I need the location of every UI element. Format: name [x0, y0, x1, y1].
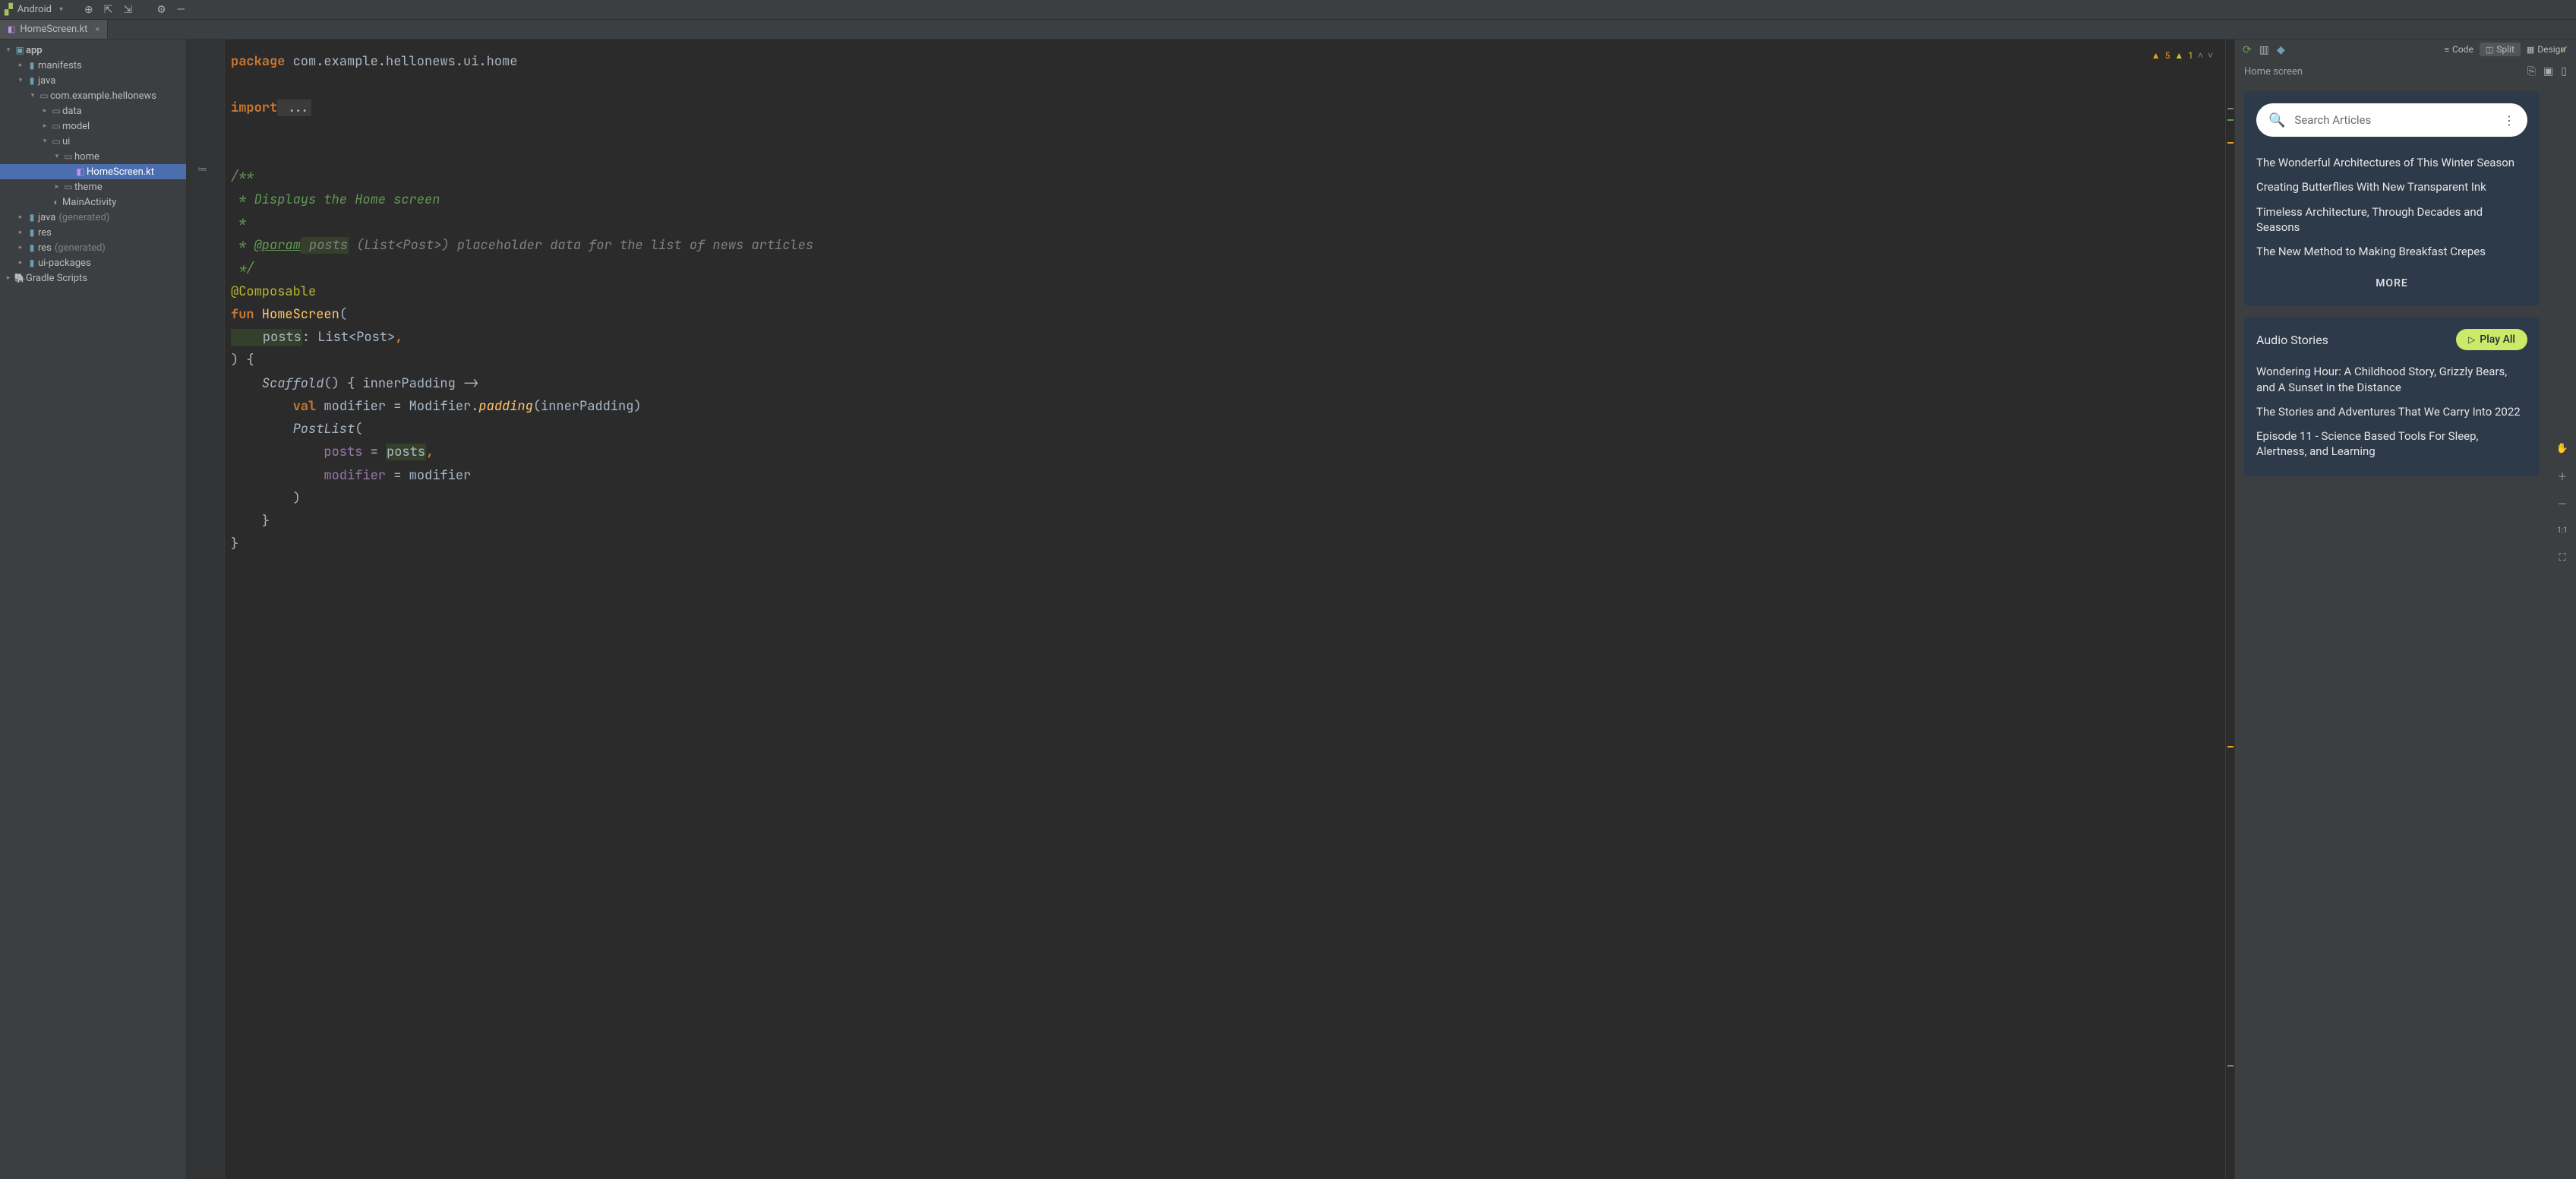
- tree-node-package[interactable]: ▾▭com.example.hellonews: [0, 88, 186, 103]
- tree-node-ui[interactable]: ▾▭ui: [0, 134, 186, 149]
- inspection-summary[interactable]: ▲5 ▲1 ˄ ˅: [2151, 50, 2213, 61]
- source-code[interactable]: package com.example.hellonews.ui.home im…: [231, 50, 2225, 556]
- fit-screen-button[interactable]: ⛶: [2553, 548, 2571, 567]
- refresh-icon[interactable]: ⟳: [2243, 44, 2252, 56]
- expand-all-icon[interactable]: ⇱: [101, 4, 116, 16]
- device-icon[interactable]: ▯: [2561, 65, 2567, 77]
- gear-icon[interactable]: ⚙: [153, 4, 169, 16]
- tree-node-java[interactable]: ▾▮java: [0, 73, 186, 88]
- menu-dots-icon[interactable]: ⋮: [2503, 113, 2515, 128]
- tree-node-app[interactable]: ▾▣app: [0, 43, 186, 58]
- tree-node-manifests[interactable]: ▸▮manifests: [0, 58, 186, 73]
- target-icon[interactable]: ⊕: [81, 4, 96, 16]
- gutter: ≔: [187, 40, 225, 1179]
- collapse-all-icon[interactable]: ⇲: [120, 4, 135, 16]
- weak-warning-icon: ▲: [2174, 50, 2183, 61]
- design-surface[interactable]: 🔍 Search Articles ⋮ The Wonderful Archit…: [2235, 82, 2576, 1179]
- preview-device: 🔍 Search Articles ⋮ The Wonderful Archit…: [2244, 91, 2540, 306]
- article-item[interactable]: Creating Butterflies With New Transparen…: [2256, 175, 2527, 199]
- project-sidebar: ▾▣app ▸▮manifests ▾▮java ▾▭com.example.h…: [0, 40, 187, 1179]
- chevron-down-icon[interactable]: ˅: [2208, 50, 2213, 61]
- close-icon[interactable]: ×: [95, 24, 99, 34]
- tree-node-java-gen[interactable]: ▸▮java(generated): [0, 210, 186, 225]
- interactive-icon[interactable]: ▣: [2543, 65, 2553, 77]
- preview-pane: ⟳ ▥ ◆ ✔ Home screen ⎘ ▣ ▯: [2234, 40, 2576, 1179]
- zoom-in-button[interactable]: ＋: [2553, 466, 2571, 485]
- tree-node-model[interactable]: ▸▭model: [0, 119, 186, 134]
- search-bar[interactable]: 🔍 Search Articles ⋮: [2256, 103, 2527, 137]
- audio-section-title: Audio Stories: [2256, 333, 2328, 347]
- more-button[interactable]: MORE: [2256, 264, 2527, 294]
- tree-node-res-gen[interactable]: ▸▮res(generated): [0, 240, 186, 255]
- minimize-icon[interactable]: —: [174, 4, 188, 16]
- tree-node-homescreen[interactable]: ◧HomeScreen.kt: [0, 164, 186, 179]
- search-icon: 🔍: [2268, 112, 2285, 128]
- view-mode-code[interactable]: ≡Code: [2439, 43, 2480, 56]
- chevron-up-icon[interactable]: ˄: [2198, 50, 2203, 61]
- preview-header: Home screen ⎘ ▣ ▯: [2235, 61, 2576, 82]
- tab-homescreen[interactable]: ◧ HomeScreen.kt ×: [0, 20, 108, 39]
- split-view-icon: ◫: [2486, 45, 2493, 55]
- audio-story-item[interactable]: The Stories and Adventures That We Carry…: [2256, 400, 2527, 424]
- error-stripe[interactable]: [2225, 40, 2234, 1179]
- view-mode-switch: ≡Code ◫Split ▦Design: [2439, 43, 2571, 56]
- search-placeholder: Search Articles: [2294, 113, 2494, 127]
- preview-title: Home screen: [2244, 66, 2303, 77]
- zoom-out-button[interactable]: －: [2553, 494, 2571, 512]
- project-tree: ▾▣app ▸▮manifests ▾▮java ▾▭com.example.h…: [0, 40, 186, 289]
- tab-filename: HomeScreen.kt: [20, 24, 87, 35]
- project-selector-bar: ▞ Android ▾ ⊕ ⇱ ⇲ ⚙ —: [0, 0, 2576, 20]
- tree-node-res[interactable]: ▸▮res: [0, 225, 186, 240]
- project-mode-label[interactable]: Android: [17, 4, 52, 15]
- android-icon: ▞: [5, 4, 13, 16]
- tree-node-mainactivity[interactable]: ◐MainActivity: [0, 194, 186, 210]
- surface-floating-tools: ✋ ＋ － 1:1 ⛶: [2553, 439, 2571, 567]
- layers-icon[interactable]: ◆: [2277, 44, 2285, 56]
- chevron-down-icon[interactable]: ▾: [59, 5, 63, 14]
- structure-icon[interactable]: ≔: [197, 164, 207, 175]
- tree-node-home[interactable]: ▾▭home: [0, 149, 186, 164]
- view-mode-split[interactable]: ◫Split: [2480, 43, 2521, 56]
- warning-icon: ▲: [2151, 50, 2161, 61]
- article-item[interactable]: The Wonderful Architectures of This Wint…: [2256, 150, 2527, 175]
- design-view-icon: ▦: [2527, 45, 2534, 55]
- article-item[interactable]: Timeless Architecture, Through Decades a…: [2256, 200, 2527, 240]
- editor-tabs: ◧ HomeScreen.kt ×: [0, 20, 2576, 40]
- layout-icon[interactable]: ▥: [2259, 44, 2269, 56]
- pan-icon[interactable]: ✋: [2553, 439, 2571, 457]
- audio-stories-card: Audio Stories ▷ Play All Wondering Hour:…: [2244, 317, 2540, 476]
- kotlin-file-icon: ◧: [8, 24, 15, 34]
- view-mode-design[interactable]: ▦Design: [2521, 43, 2571, 56]
- article-item[interactable]: The New Method to Making Breakfast Crepe…: [2256, 239, 2527, 264]
- link-icon[interactable]: ⎘: [2527, 65, 2536, 77]
- play-icon: ▷: [2468, 334, 2475, 345]
- tree-node-data[interactable]: ▸▭data: [0, 103, 186, 119]
- zoom-reset-button[interactable]: 1:1: [2553, 521, 2571, 539]
- tree-node-theme[interactable]: ▸▭theme: [0, 179, 186, 194]
- code-editor[interactable]: ≔ ▲5 ▲1 ˄ ˅ package com.example.hellonew…: [187, 40, 2234, 1179]
- tree-node-uipackages[interactable]: ▸▮ui-packages: [0, 255, 186, 270]
- code-view-icon: ≡: [2445, 45, 2449, 55]
- tree-node-gradle[interactable]: ▸🐘Gradle Scripts: [0, 270, 186, 286]
- play-all-button[interactable]: ▷ Play All: [2456, 329, 2527, 350]
- audio-story-item[interactable]: Episode 11 - Science Based Tools For Sle…: [2256, 424, 2527, 464]
- audio-story-item[interactable]: Wondering Hour: A Childhood Story, Grizz…: [2256, 359, 2527, 400]
